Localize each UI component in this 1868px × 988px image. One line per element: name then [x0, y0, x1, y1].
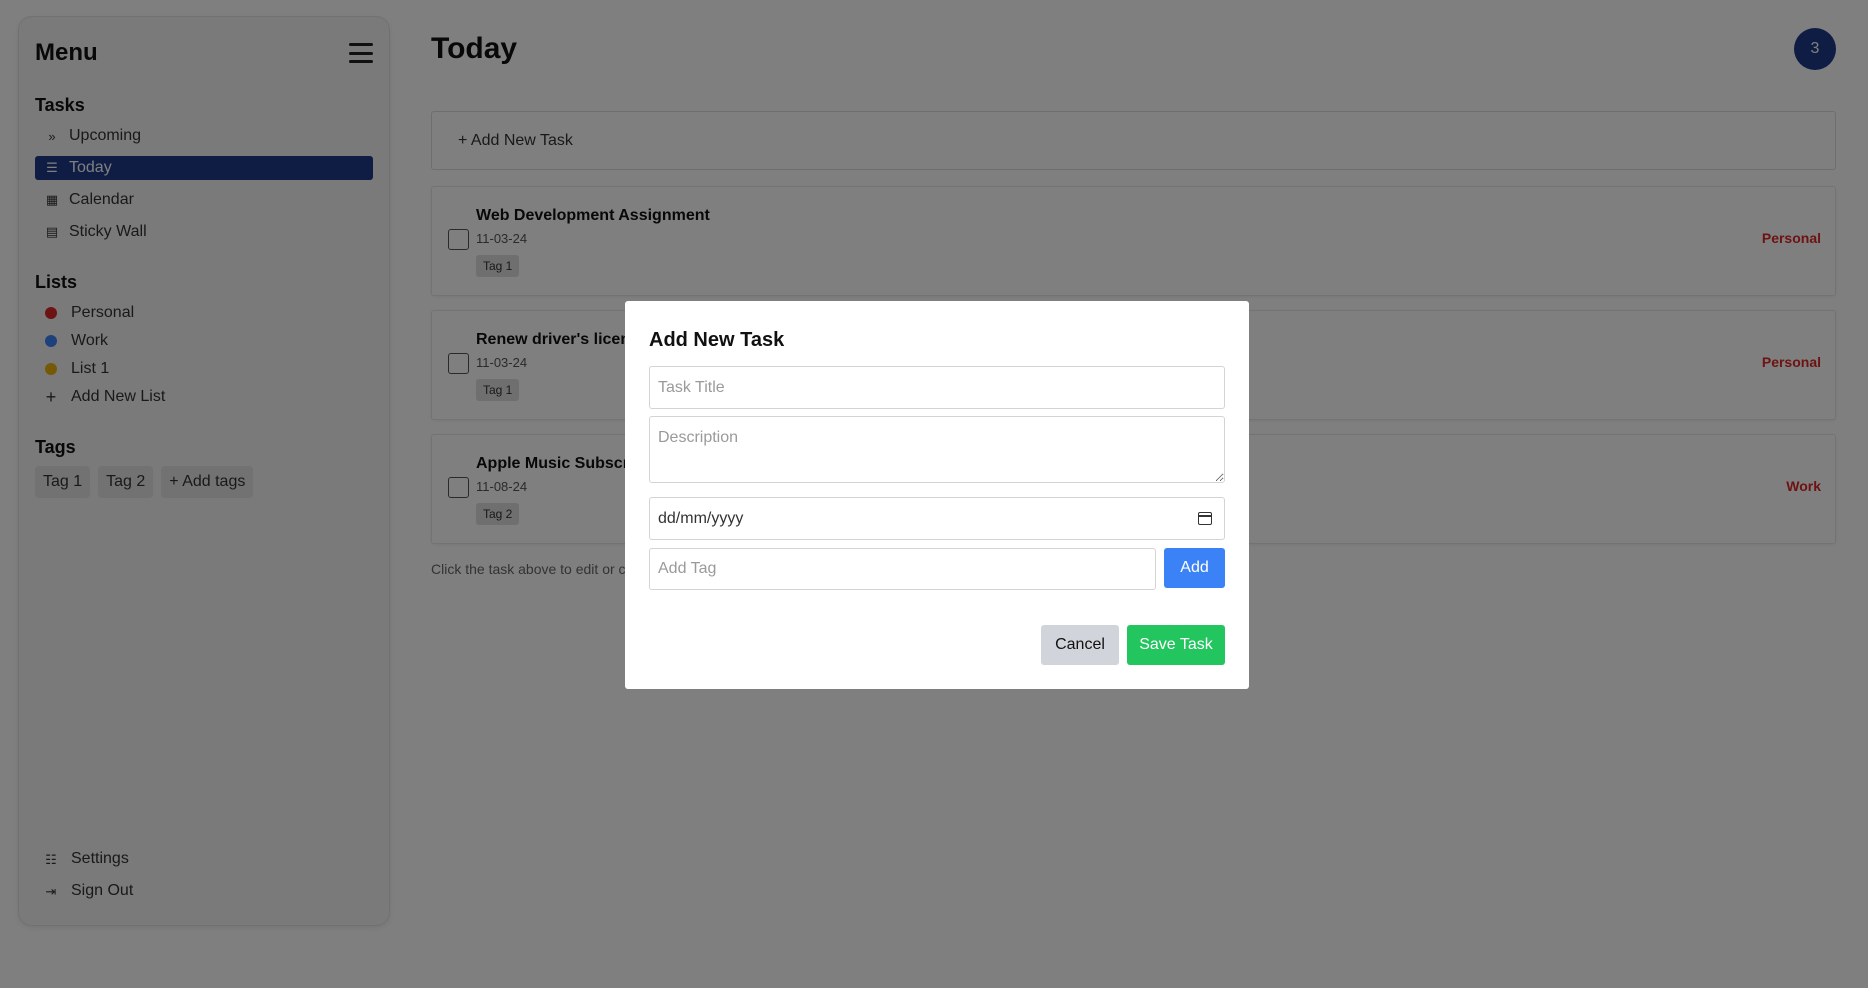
- tag-row: Add: [649, 548, 1225, 590]
- add-tag-input[interactable]: [649, 548, 1156, 590]
- task-title-input[interactable]: [649, 366, 1225, 409]
- modal-title: Add New Task: [649, 329, 785, 351]
- date-input[interactable]: dd/mm/yyyy: [649, 497, 1225, 540]
- calendar-icon[interactable]: [1198, 512, 1212, 525]
- add-task-modal: Add New Task dd/mm/yyyy Add Cancel Save …: [625, 301, 1249, 689]
- date-placeholder: dd/mm/yyyy: [658, 509, 744, 527]
- cancel-button[interactable]: Cancel: [1041, 625, 1119, 665]
- save-task-button[interactable]: Save Task: [1127, 625, 1225, 665]
- description-textarea[interactable]: [649, 416, 1225, 483]
- add-tag-button[interactable]: Add: [1164, 548, 1225, 588]
- modal-actions: Cancel Save Task: [1041, 625, 1225, 665]
